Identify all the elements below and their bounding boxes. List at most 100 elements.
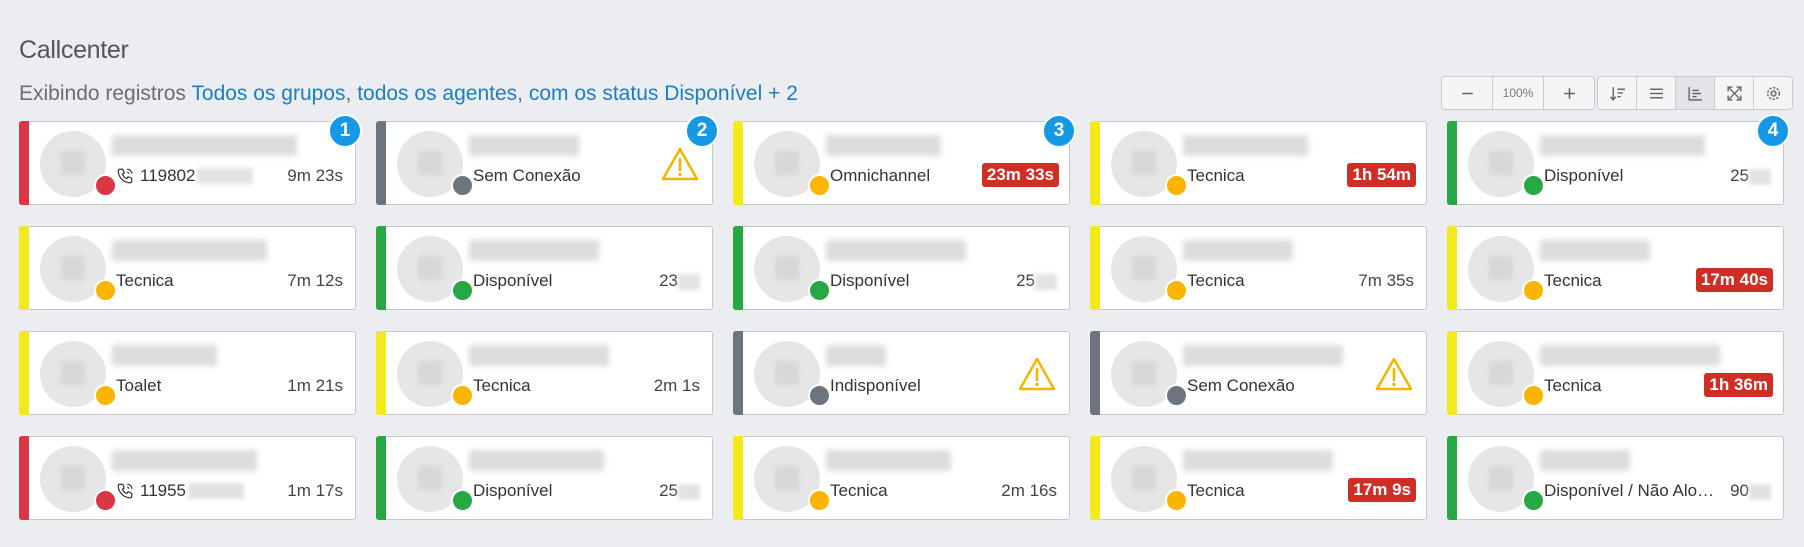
- column-badge: 2: [685, 114, 719, 148]
- settings-button[interactable]: [1754, 77, 1792, 109]
- page-title: Callcenter: [19, 36, 129, 64]
- agent-name-redacted: [1183, 345, 1343, 366]
- zoom-in-button[interactable]: [1544, 77, 1594, 109]
- timer-value: 1h 54m: [1352, 165, 1411, 184]
- column-badge: 1: [328, 114, 362, 148]
- timer-value: 25: [1730, 166, 1749, 185]
- minus-icon: [1461, 92, 1473, 94]
- agent-card[interactable]: Indisponível: [733, 331, 1070, 415]
- filter-separator: ,: [517, 82, 523, 105]
- agent-name-redacted: [469, 450, 604, 471]
- status-dot: [451, 174, 474, 197]
- agent-card[interactable]: Tecnica 1h 54m: [1090, 121, 1427, 205]
- status-dot: [1165, 384, 1188, 407]
- status-stripe: [19, 121, 29, 205]
- settings-icon: [1766, 86, 1780, 100]
- agent-name-redacted: [469, 240, 599, 261]
- status-stripe: [733, 436, 743, 520]
- timer: 9m 23s: [287, 166, 343, 186]
- agent-card[interactable]: Disponível 23: [376, 226, 713, 310]
- agent-card[interactable]: Disponível / Não Alocado 90: [1447, 436, 1784, 520]
- status-stripe: [1090, 331, 1100, 415]
- call-info: 119802: [116, 166, 254, 186]
- status-dot: [94, 174, 117, 197]
- status-stripe: [19, 226, 29, 310]
- timer-value: 90: [1730, 481, 1749, 500]
- timer: 1m 21s: [287, 376, 343, 396]
- status-stripe: [376, 121, 386, 205]
- status-dot: [1522, 489, 1545, 512]
- status-dot: [94, 489, 117, 512]
- warning-icon: [661, 147, 699, 181]
- agent-card[interactable]: Tecnica 1h 36m: [1447, 331, 1784, 415]
- agent-status: Tecnica: [116, 271, 174, 290]
- agent-card[interactable]: Tecnica 17m 40s: [1447, 226, 1784, 310]
- agent-status: Indisponível: [830, 376, 921, 395]
- avatar-image: [61, 361, 85, 385]
- timer-redacted: [1749, 168, 1771, 185]
- agent-grid: 119802 9m 23s 1 Sem Conexão 2 Omnichannel 23m …: [19, 114, 1790, 520]
- agent-card[interactable]: Omnichannel 23m 33s 3: [733, 114, 1076, 205]
- zoom-out-button[interactable]: [1442, 77, 1493, 109]
- chart-view-button[interactable]: [1676, 77, 1715, 109]
- phone-call-icon: [117, 483, 133, 499]
- phone-number: 11955: [140, 481, 187, 500]
- status-stripe: [1447, 331, 1457, 415]
- list-view-button[interactable]: [1637, 77, 1676, 109]
- phone-call-icon: [117, 168, 133, 184]
- filter-summary: Exibindo registros Todos os grupos, todo…: [19, 82, 798, 106]
- agent-card[interactable]: Disponível 25: [376, 436, 713, 520]
- agent-status: Disponível: [830, 271, 910, 290]
- agent-status: Tecnica: [473, 376, 531, 395]
- status-stripe: [19, 436, 29, 520]
- list-icon: [1649, 88, 1663, 98]
- avatar-image: [418, 256, 442, 280]
- agent-card[interactable]: Tecnica 7m 35s: [1090, 226, 1427, 310]
- status-stripe: [1090, 121, 1100, 205]
- avatar-image: [1489, 256, 1513, 280]
- warning-icon: [1018, 357, 1056, 391]
- status-stripe: [1447, 436, 1457, 520]
- agent-card[interactable]: Tecnica 17m 9s: [1090, 436, 1427, 520]
- agent-name-redacted: [112, 135, 297, 156]
- sort-button[interactable]: [1598, 77, 1637, 109]
- status-dot: [1165, 279, 1188, 302]
- agent-status: Tecnica: [1187, 481, 1245, 500]
- fullscreen-icon: [1726, 85, 1742, 101]
- agent-card[interactable]: Sem Conexão: [1090, 331, 1427, 415]
- filter-prefix: Exibindo registros: [19, 82, 186, 105]
- agent-status: Disponível / Não Alocado: [1544, 481, 1719, 500]
- fullscreen-button[interactable]: [1715, 77, 1754, 109]
- timer-redacted: [678, 273, 700, 290]
- groups-filter-link[interactable]: Todos os grupos: [191, 82, 345, 105]
- agent-name-redacted: [1183, 240, 1293, 261]
- timer-alert: 17m 9s: [1348, 478, 1416, 502]
- agent-name-redacted: [469, 345, 609, 366]
- agent-card[interactable]: Disponível 25 4: [1447, 114, 1790, 205]
- timer-alert: 1h 54m: [1347, 163, 1416, 187]
- agents-filter-link[interactable]: todos os agentes: [357, 82, 517, 105]
- timer: 7m 12s: [287, 271, 343, 291]
- agent-card[interactable]: Disponível 25: [733, 226, 1070, 310]
- avatar-image: [1132, 361, 1156, 385]
- column-badge: 4: [1756, 114, 1790, 148]
- agent-card[interactable]: Tecnica 2m 16s: [733, 436, 1070, 520]
- status-dot: [451, 489, 474, 512]
- agent-card[interactable]: Toalet 1m 21s: [19, 331, 356, 415]
- timer: 2m 16s: [1001, 481, 1057, 501]
- zoom-controls: 100%: [1441, 76, 1595, 110]
- avatar-image: [775, 256, 799, 280]
- status-dot: [1165, 489, 1188, 512]
- status-stripe: [1090, 436, 1100, 520]
- agent-card[interactable]: Tecnica 2m 1s: [376, 331, 713, 415]
- avatar-image: [61, 466, 85, 490]
- agent-card[interactable]: 119802 9m 23s 1: [19, 114, 362, 205]
- status-filter-link[interactable]: com os status Disponível + 2: [529, 82, 798, 105]
- status-dot: [94, 384, 117, 407]
- agent-status: Disponível: [473, 481, 553, 500]
- agent-card[interactable]: 11955 1m 17s: [19, 436, 356, 520]
- agent-card[interactable]: Tecnica 7m 12s: [19, 226, 356, 310]
- agent-card[interactable]: Sem Conexão 2: [376, 114, 719, 205]
- agent-name-redacted: [112, 345, 217, 366]
- timer-value: 1h 36m: [1709, 375, 1768, 394]
